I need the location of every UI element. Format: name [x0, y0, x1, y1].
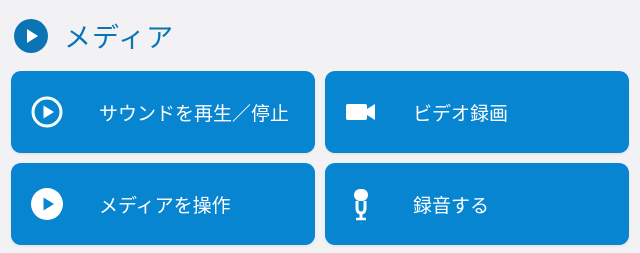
play-stop-sound-button[interactable]: サウンドを再生／停止: [11, 71, 315, 153]
record-audio-label: 録音する: [413, 194, 490, 217]
section-title: メディア: [64, 23, 175, 54]
play-stop-sound-label: サウンドを再生／停止: [99, 102, 290, 125]
record-video-button[interactable]: ビデオ録画: [325, 71, 629, 153]
play-circle-icon: [14, 18, 48, 53]
video-camera-icon: [344, 95, 378, 129]
control-media-button[interactable]: メディアを操作: [11, 163, 315, 245]
record-audio-button[interactable]: 録音する: [325, 163, 629, 245]
media-actions-grid: サウンドを再生／停止 ビデオ録画 メディアを操作 録音する: [11, 71, 629, 245]
microphone-icon: [344, 187, 378, 221]
play-circle-outline-icon: [30, 95, 64, 129]
control-media-label: メディアを操作: [99, 194, 231, 217]
record-video-label: ビデオ録画: [413, 102, 509, 125]
play-circle-icon: [30, 187, 64, 221]
section-header: メディア: [14, 16, 174, 55]
